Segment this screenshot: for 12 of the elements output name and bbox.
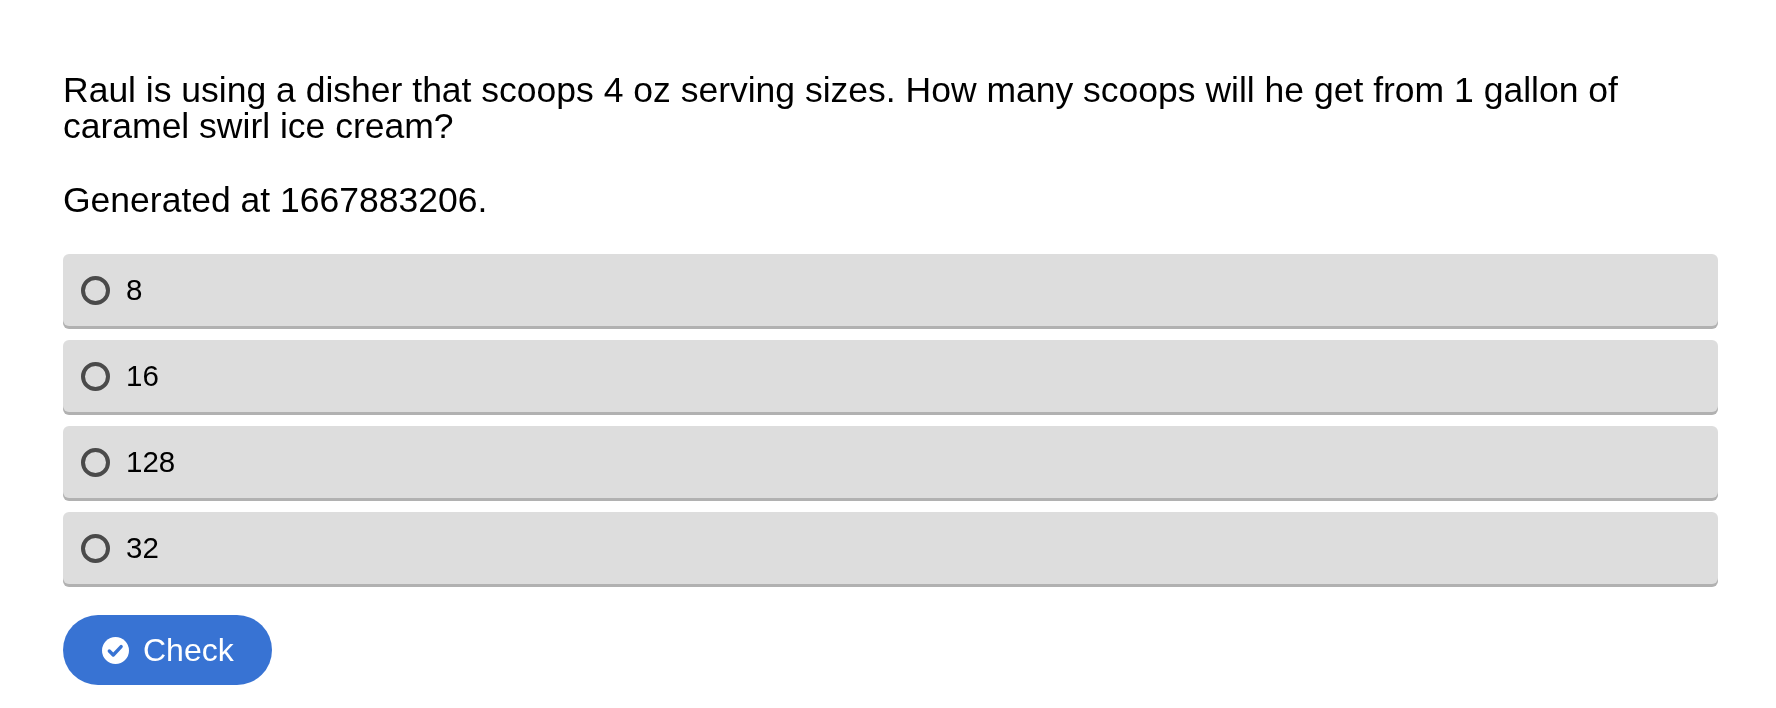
radio-icon [81,361,110,391]
check-button[interactable]: Check [63,615,272,685]
generated-text: Generated at 1667883206. [63,182,489,218]
answer-option[interactable]: 8 [63,254,1718,326]
answer-option[interactable]: 128 [63,426,1718,498]
radio-icon [81,275,110,305]
radio-icon [81,533,110,563]
question-text: Raul is using a disher that scoops 4 oz serving sizes. How many scoops will he get from 1 gallon of caramel swirl ice cream? [63,72,1619,144]
answer-option[interactable]: 32 [63,512,1718,584]
check-circle-icon [102,636,129,664]
answer-option[interactable]: 16 [63,340,1718,412]
radio-icon [81,447,110,477]
